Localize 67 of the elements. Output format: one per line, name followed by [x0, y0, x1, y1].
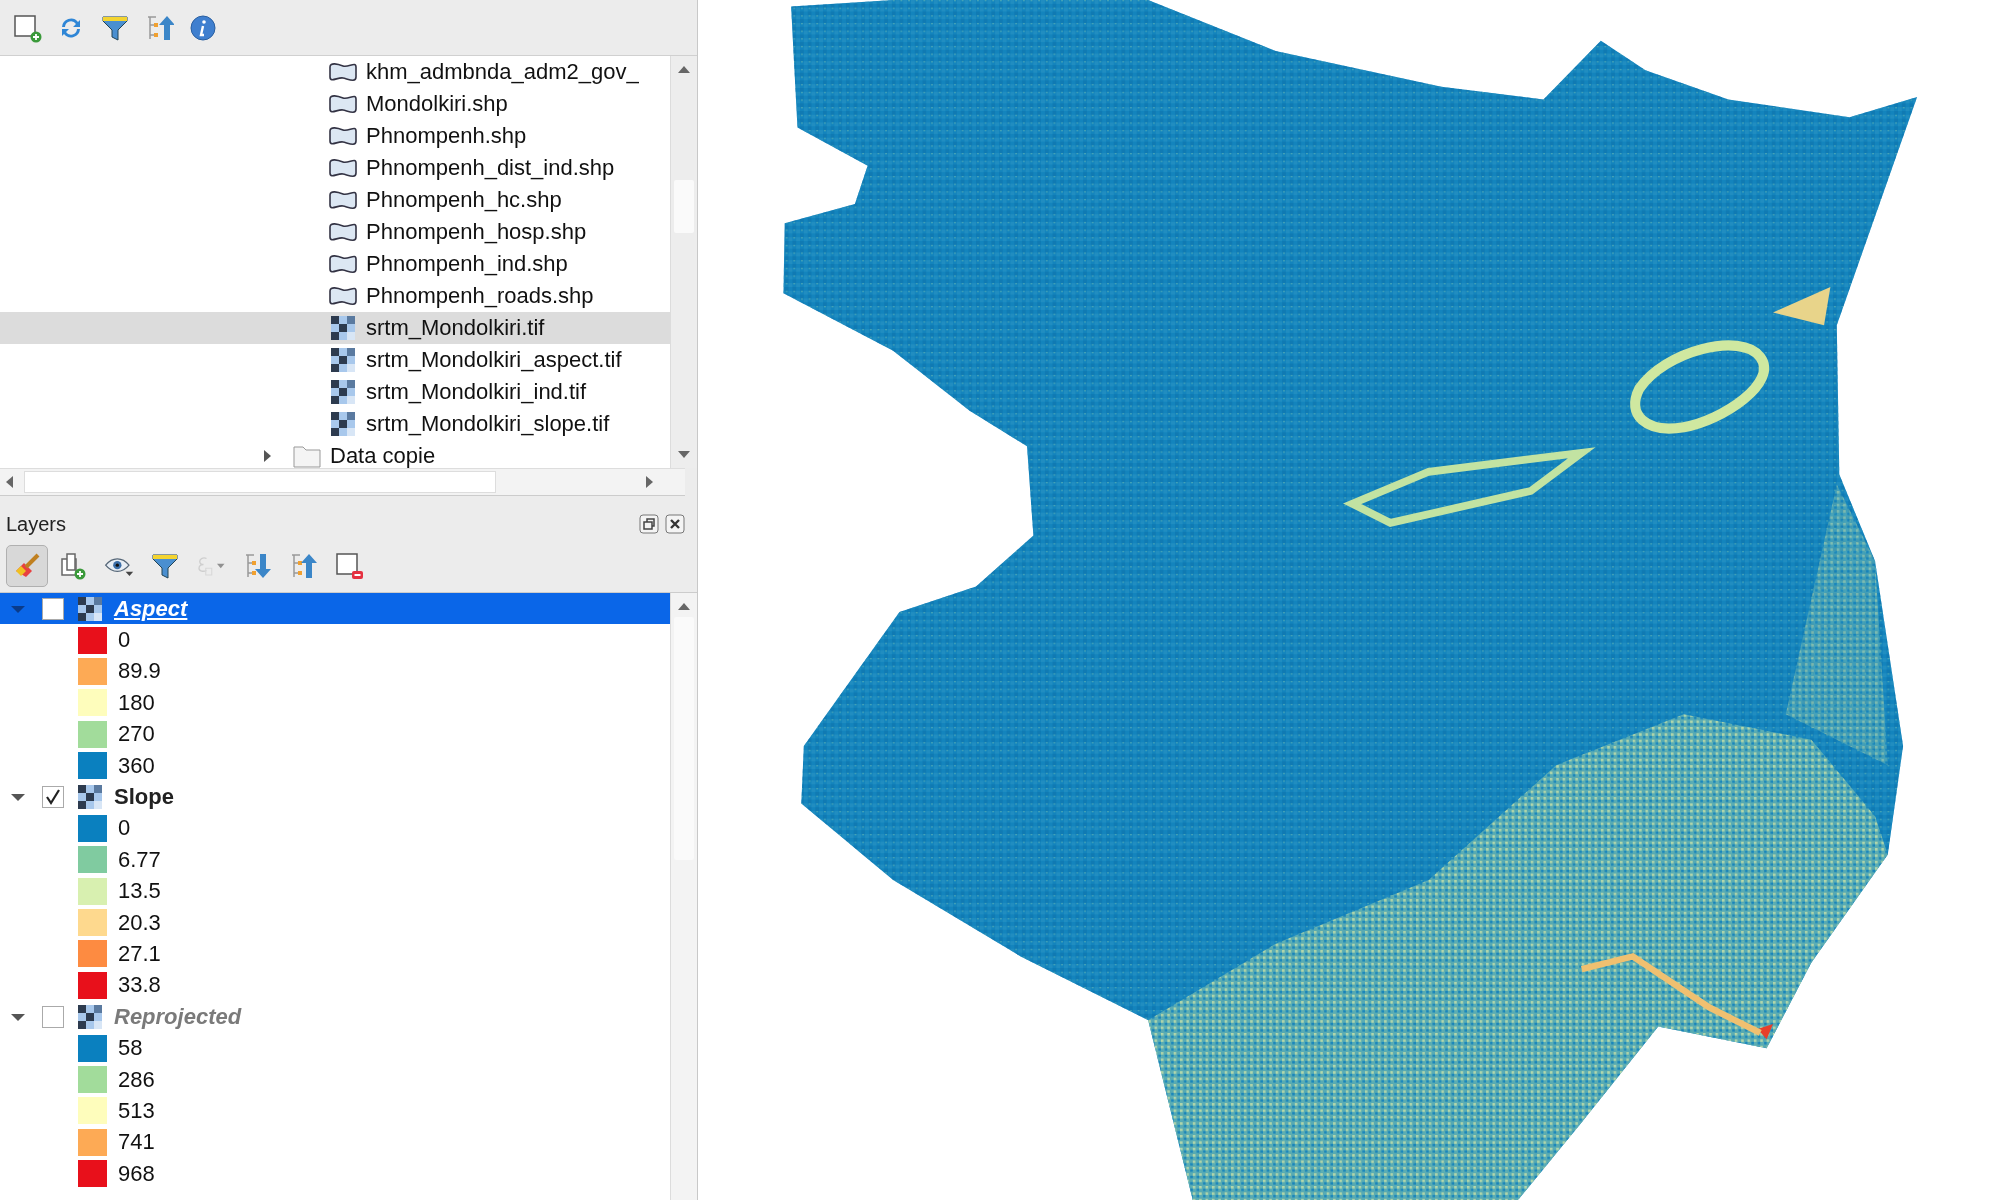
polygon-layer-icon — [328, 284, 358, 308]
layer-checkbox[interactable] — [42, 1005, 64, 1028]
browser-item[interactable]: Mondolkiri.shp — [0, 88, 670, 120]
float-panel-icon[interactable] — [639, 514, 659, 534]
layer-name: Reprojected — [114, 1003, 242, 1030]
browser-item[interactable]: srtm_Mondolkiri_aspect.tif — [0, 344, 670, 376]
raster-layer-icon — [78, 785, 102, 810]
scrollbar[interactable] — [670, 593, 697, 1200]
collapsed-caret-icon[interactable] — [262, 449, 272, 463]
scrollbar[interactable] — [670, 56, 697, 468]
legend-label: 0 — [118, 627, 131, 654]
legend-label: 58 — [118, 1035, 143, 1062]
info-icon[interactable] — [188, 12, 218, 43]
layer-checkbox[interactable] — [42, 597, 64, 620]
browser-item[interactable]: Phnompenh_hc.shp — [0, 184, 670, 216]
browser-item[interactable]: Phnompenh_roads.shp — [0, 280, 670, 312]
legend-label: 741 — [118, 1129, 155, 1156]
legend-label: 360 — [118, 752, 155, 779]
legend-label: 33.8 — [118, 972, 161, 999]
browser-item[interactable]: khm_admbnda_adm2_gov_ — [0, 56, 670, 88]
legend-label: 6.77 — [118, 846, 161, 873]
raster-layer-icon — [328, 380, 358, 404]
panel-title: Layers — [6, 512, 67, 536]
raster-layer-icon — [328, 316, 358, 340]
legend-label: 89.9 — [118, 658, 161, 685]
browser-item[interactable]: srtm_Mondolkiri_slope.tif — [0, 408, 670, 440]
polygon-layer-icon — [328, 188, 358, 212]
polygon-layer-icon — [328, 60, 358, 84]
layer-name: Aspect — [114, 595, 188, 622]
browser-item[interactable]: Phnompenh_ind.shp — [0, 248, 670, 280]
filter-icon — [150, 551, 180, 581]
legend-label: 968 — [118, 1160, 155, 1187]
raster-layer-icon — [78, 596, 102, 621]
legend-label: 270 — [118, 721, 155, 748]
legend-label: 13.5 — [118, 878, 161, 905]
legend-label: 180 — [118, 689, 155, 716]
layer-item[interactable]: Aspect — [0, 593, 670, 625]
layer-item[interactable]: Slope — [0, 781, 670, 813]
browser-item[interactable]: srtm_Mondolkiri_ind.tif — [0, 376, 670, 408]
polygon-layer-icon — [328, 252, 358, 276]
browser-item[interactable]: srtm_Mondolkiri.tif — [0, 312, 670, 344]
polygon-layer-icon — [328, 220, 358, 244]
layer-checkbox[interactable] — [42, 786, 64, 809]
add-group-icon — [58, 551, 88, 581]
legend-label: 513 — [118, 1097, 155, 1124]
raster-layer-icon — [328, 348, 358, 372]
legend-label: 0 — [118, 815, 131, 842]
close-icon[interactable] — [665, 514, 685, 534]
polygon-layer-icon — [328, 156, 358, 180]
expanded-caret-icon[interactable] — [10, 791, 26, 804]
scrollbar[interactable] — [0, 468, 685, 496]
browser-item[interactable]: Phnompenh.shp — [0, 120, 670, 152]
layer-name: Slope — [114, 784, 174, 811]
polygon-layer-icon — [328, 124, 358, 148]
browser-item[interactable]: Phnompenh_dist_ind.shp — [0, 152, 670, 184]
style-tool-button[interactable] — [6, 545, 48, 587]
legend-label: 27.1 — [118, 941, 161, 967]
new-layer-icon[interactable] — [12, 12, 42, 43]
remove-layer-icon — [334, 551, 364, 581]
polygon-layer-icon — [328, 92, 358, 116]
browser-item[interactable]: Phnompenh_hosp.shp — [0, 216, 670, 248]
raster-layer-icon — [328, 412, 358, 436]
legend-label: 20.3 — [118, 909, 161, 936]
legend-label: 286 — [118, 1066, 155, 1093]
raster-layer-icon — [78, 1004, 102, 1029]
layer-item[interactable]: Reprojected — [0, 1001, 670, 1033]
browser-item[interactable]: Data copie — [0, 440, 670, 468]
